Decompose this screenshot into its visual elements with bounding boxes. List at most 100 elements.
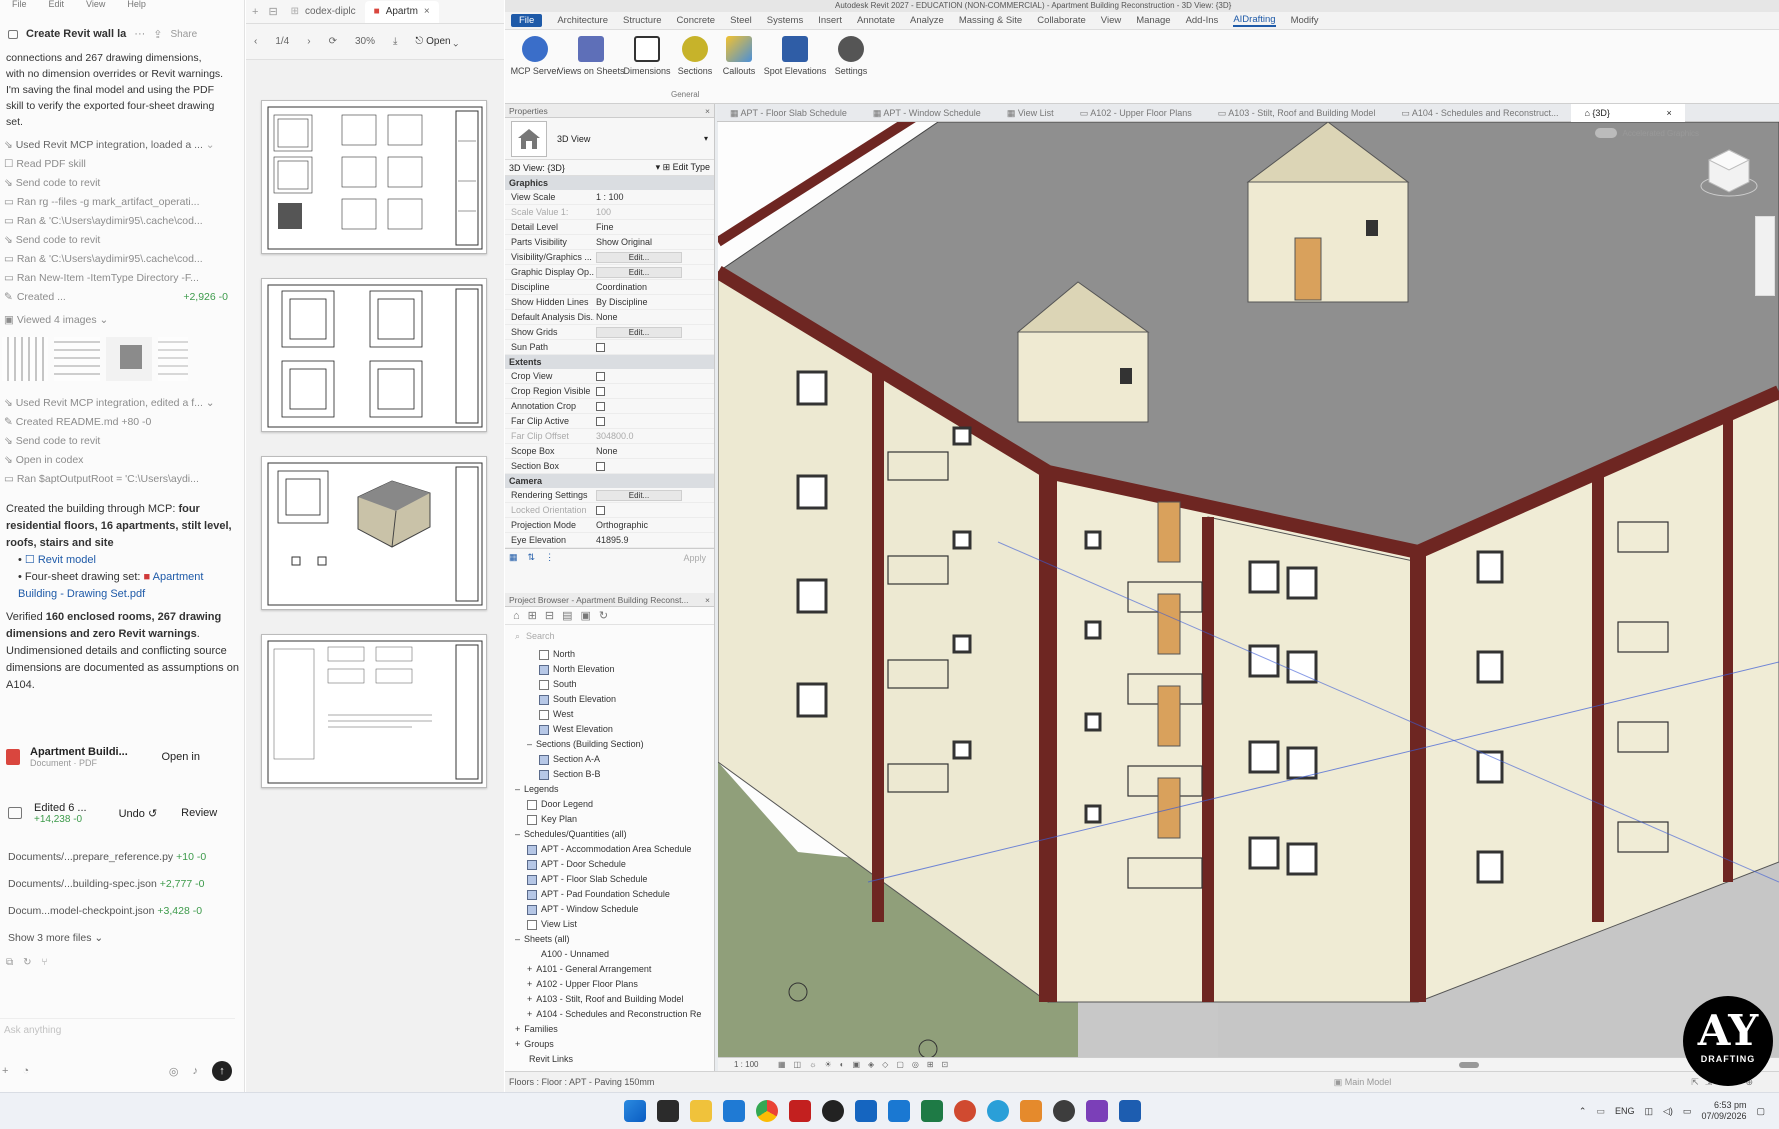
view-tab[interactable]: ▦ APT - Floor Slab Schedule <box>717 104 860 122</box>
property-checkbox[interactable] <box>596 372 605 382</box>
tab-pdf[interactable]: ■ Apartm × <box>364 0 439 23</box>
property-checkbox[interactable] <box>596 402 605 412</box>
property-row[interactable]: Rendering Settings Edit... <box>505 488 714 503</box>
sections-button[interactable]: Sections <box>673 30 717 76</box>
download-icon[interactable]: ⤓ <box>393 36 397 47</box>
clock[interactable]: 6:53 pm 07/09/2026 <box>1701 1100 1746 1122</box>
property-value[interactable]: 41895.9 <box>594 533 714 547</box>
ribbon-tab[interactable]: Structure <box>623 15 662 26</box>
browser-node[interactable]: + A104 - Schedules and Reconstruction Re <box>509 1007 714 1022</box>
browser-node[interactable]: + A103 - Stilt, Roof and Building Model <box>509 992 714 1007</box>
pdf-page-thumb-1[interactable] <box>261 100 487 254</box>
show-more-files[interactable]: Show 3 more files ⌄ <box>8 925 238 952</box>
type-selector[interactable]: 3D View ▾ <box>505 118 714 160</box>
tool-line[interactable]: ⇘ Open in codex <box>0 451 240 470</box>
edit-button[interactable]: Edit... <box>596 490 682 501</box>
tab-add-icon[interactable]: + <box>246 6 264 18</box>
property-checkbox[interactable] <box>596 462 605 472</box>
share-icon[interactable]: ⇪ <box>153 28 162 41</box>
property-value[interactable]: Fine <box>594 220 714 234</box>
pdf-page-thumb-3[interactable] <box>261 456 487 610</box>
property-value[interactable]: None <box>594 444 714 458</box>
browser-node[interactable]: Section B-B <box>509 767 714 782</box>
rotate-icon[interactable]: ⟳ <box>329 36 337 47</box>
browser-node[interactable]: + Groups <box>509 1037 714 1052</box>
excel-icon[interactable] <box>921 1100 943 1122</box>
view-tab-3d-active[interactable]: ⌂ {3D} × <box>1571 103 1685 122</box>
tool-line[interactable]: ⇘ Used Revit MCP integration, loaded a .… <box>0 136 240 155</box>
browser-node[interactable]: Section A-A <box>509 752 714 767</box>
property-row[interactable]: Graphic Display Op... Edit... <box>505 265 714 280</box>
image-thumb[interactable] <box>158 337 188 381</box>
chatgpt-icon[interactable] <box>822 1100 844 1122</box>
open-button[interactable]: ⎋ Open ⌄ <box>415 36 458 47</box>
edit-button[interactable]: Edit... <box>596 327 682 338</box>
property-row[interactable]: Annotation Crop <box>505 399 714 414</box>
ribbon-tab[interactable]: Steel <box>730 15 752 26</box>
ribbon-tab[interactable]: Insert <box>818 15 842 26</box>
property-row[interactable]: Scope Box None <box>505 444 714 459</box>
ribbon-tab[interactable]: Collaborate <box>1037 15 1086 26</box>
browser-node[interactable]: – Schedules/Quantities (all) <box>509 827 714 842</box>
graphics-section[interactable]: Graphics <box>505 176 714 190</box>
spot-elevations-button[interactable]: Spot Elevations <box>761 30 829 76</box>
ribbon-tab[interactable]: Analyze <box>910 15 944 26</box>
browser-node[interactable]: West <box>509 707 714 722</box>
history-icon[interactable]: ◔ <box>22 1065 29 1077</box>
close-tab-icon[interactable]: × <box>424 6 430 17</box>
browser-node[interactable]: View List <box>509 917 714 932</box>
tool-line-created[interactable]: ✎ Created ... +2,926 -0 <box>0 288 240 307</box>
prev-page-icon[interactable]: ‹ <box>254 36 257 47</box>
tool-line[interactable]: ⇘ Send code to revit <box>0 432 240 451</box>
property-row[interactable]: Default Analysis Dis... None <box>505 310 714 325</box>
tool-line[interactable]: ▭ Ran & 'C:\Users\aydimir95\.cache\cod..… <box>0 212 240 231</box>
image-thumb[interactable] <box>2 337 48 381</box>
add-icon[interactable]: + <box>2 1065 8 1077</box>
property-value[interactable]: 1 : 100 <box>594 190 714 204</box>
view-tab[interactable]: ▭ A102 - Upper Floor Plans <box>1067 104 1205 122</box>
browser-node[interactable]: North <box>509 647 714 662</box>
share-button[interactable]: Share <box>171 29 198 40</box>
property-row[interactable]: Far Clip Offset 304800.0 <box>505 429 714 444</box>
edit-button[interactable]: Edit... <box>596 267 682 278</box>
browser-node[interactable]: Revit Links <box>509 1052 714 1067</box>
property-row[interactable]: Sun Path <box>505 340 714 355</box>
pdf-file-card[interactable]: Apartment Buildi... Document · PDF Open … <box>6 738 236 776</box>
property-value[interactable]: None <box>594 310 714 324</box>
property-checkbox[interactable] <box>596 417 605 427</box>
chat-title[interactable]: Create Revit wall la <box>26 28 126 40</box>
image-thumb[interactable] <box>106 337 152 381</box>
vscode-icon[interactable] <box>723 1100 745 1122</box>
ribbon-tab-aidrafting[interactable]: AIDrafting <box>1233 14 1276 27</box>
extents-section[interactable]: Extents <box>505 355 714 369</box>
property-row[interactable]: Crop View <box>505 369 714 384</box>
zoom-level[interactable]: 30% <box>355 36 375 47</box>
browser-node[interactable]: – Sheets (all) <box>509 932 714 947</box>
view-control-icons[interactable]: ▦◫☼☀◐▣◈◇▢◎⊞⊡ <box>778 1060 956 1069</box>
close-icon[interactable]: × <box>705 595 710 605</box>
main-model-selector[interactable]: ▣ Main Model <box>1334 1072 1392 1092</box>
ribbon-tab[interactable]: Systems <box>767 15 803 26</box>
more-icon[interactable]: ··· <box>134 28 145 40</box>
callouts-button[interactable]: Callouts <box>717 30 761 76</box>
ribbon-tab-file[interactable]: File <box>511 14 543 27</box>
property-checkbox[interactable] <box>596 343 605 353</box>
view-icon[interactable]: ▣ <box>581 609 591 622</box>
language-indicator[interactable]: ENG <box>1615 1106 1635 1116</box>
browser-node[interactable]: Door Legend <box>509 797 714 812</box>
browser-search[interactable]: ⌕ Search <box>505 625 714 647</box>
edit-type-button[interactable]: ▾ ⊞ Edit Type <box>656 162 710 173</box>
browser-node[interactable]: A100 - Unnamed <box>509 947 714 962</box>
sidebar-icon[interactable]: ⊟ <box>264 5 281 18</box>
settings-button[interactable]: Settings <box>829 30 873 76</box>
start-icon[interactable] <box>624 1100 646 1122</box>
bullet-revit-model[interactable]: • ☐ Revit model <box>18 552 240 569</box>
undo-button[interactable]: Undo ↺ <box>119 807 158 820</box>
view-tab[interactable]: ▦ APT - Window Schedule <box>860 104 994 122</box>
ribbon-tab[interactable]: Architecture <box>557 15 608 26</box>
revit-icon[interactable] <box>1119 1100 1141 1122</box>
pdf-page-thumb-2[interactable] <box>261 278 487 432</box>
instance-selector[interactable]: 3D View: {3D} ▾ ⊞ Edit Type <box>505 160 714 176</box>
property-value[interactable]: 304800.0 <box>594 429 714 443</box>
discord-icon[interactable] <box>1053 1100 1075 1122</box>
